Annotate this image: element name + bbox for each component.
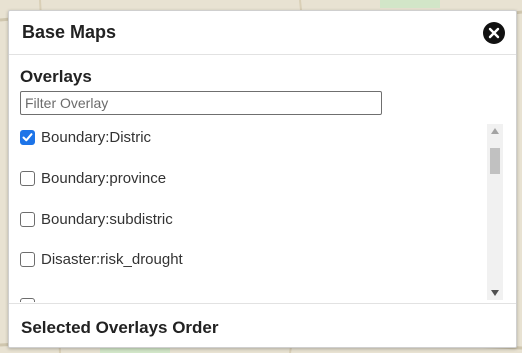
panel-title: Base Maps	[22, 22, 117, 42]
checkmark-icon	[22, 132, 33, 141]
overlay-checkbox[interactable]	[20, 297, 35, 302]
overlay-checkbox[interactable]	[20, 170, 35, 186]
scroll-down-button[interactable]	[487, 286, 503, 300]
overlays-title: Overlays	[20, 67, 92, 86]
overlay-list-scrollbar[interactable]	[487, 124, 503, 300]
overlay-list: Boundary:Distric Boundary:province Bound…	[9, 122, 485, 302]
scroll-thumb[interactable]	[490, 148, 500, 174]
panel-footer: Selected Overlays Order	[9, 303, 516, 347]
close-icon	[488, 27, 500, 39]
overlay-item-label: Boundary:Distric	[41, 128, 152, 146]
selected-overlays-order-title: Selected Overlays Order	[21, 318, 219, 337]
overlay-item-label: Disaster:risk_drought	[41, 250, 183, 268]
overlay-checkbox[interactable]	[20, 211, 35, 227]
overlay-item-boundary-subdistric[interactable]: Boundary:subdistric	[20, 208, 173, 230]
overlay-item-boundary-distric[interactable]: Boundary:Distric	[20, 126, 151, 148]
triangle-down-icon	[491, 290, 499, 296]
overlay-item-partial[interactable]	[20, 294, 41, 302]
overlay-item-disaster-risk-drought[interactable]: Disaster:risk_drought	[20, 248, 183, 270]
panel-header: Base Maps	[9, 11, 516, 55]
close-button[interactable]	[483, 22, 505, 44]
overlay-item-label: Boundary:subdistric	[41, 210, 173, 228]
overlay-item-boundary-province[interactable]: Boundary:province	[20, 167, 166, 189]
triangle-up-icon	[491, 128, 499, 134]
overlay-item-label: Boundary:province	[41, 169, 167, 187]
overlay-checkbox[interactable]	[20, 251, 35, 267]
overlay-checkbox[interactable]	[20, 129, 35, 145]
filter-overlay-input[interactable]	[20, 91, 382, 115]
base-maps-panel: Base Maps Overlays Boundary:Distric Boun…	[8, 10, 517, 348]
scroll-up-button[interactable]	[487, 124, 503, 138]
